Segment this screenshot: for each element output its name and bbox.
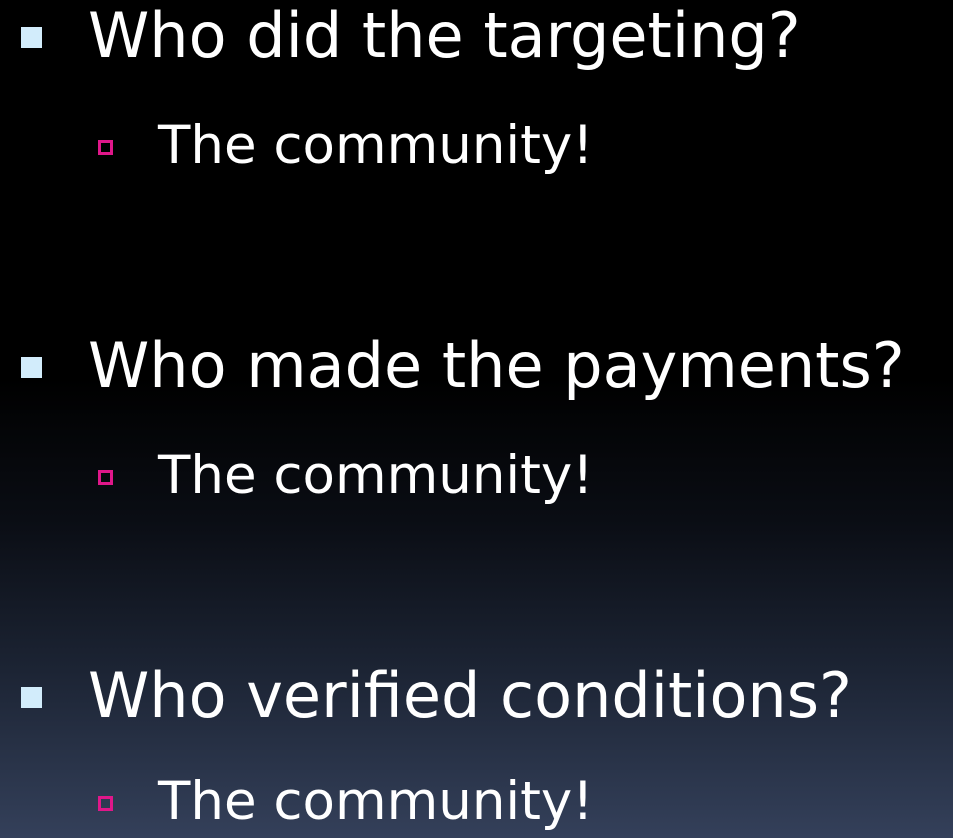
answer-text: The community! [158,771,594,832]
question-text: Who verified conditions? [88,659,852,732]
square-bullet-icon [21,27,42,48]
answer-text: The community! [158,445,594,506]
hollow-square-bullet-icon [98,470,113,485]
question-text: Who made the payments? [88,329,905,402]
square-bullet-icon [21,687,42,708]
question-text: Who did the targeting? [88,0,801,72]
hollow-square-bullet-icon [98,140,113,155]
hollow-square-bullet-icon [98,796,113,811]
answer-text: The community! [158,115,594,176]
square-bullet-icon [21,357,42,378]
slide: Who did the targeting? The community! Wh… [0,0,953,838]
